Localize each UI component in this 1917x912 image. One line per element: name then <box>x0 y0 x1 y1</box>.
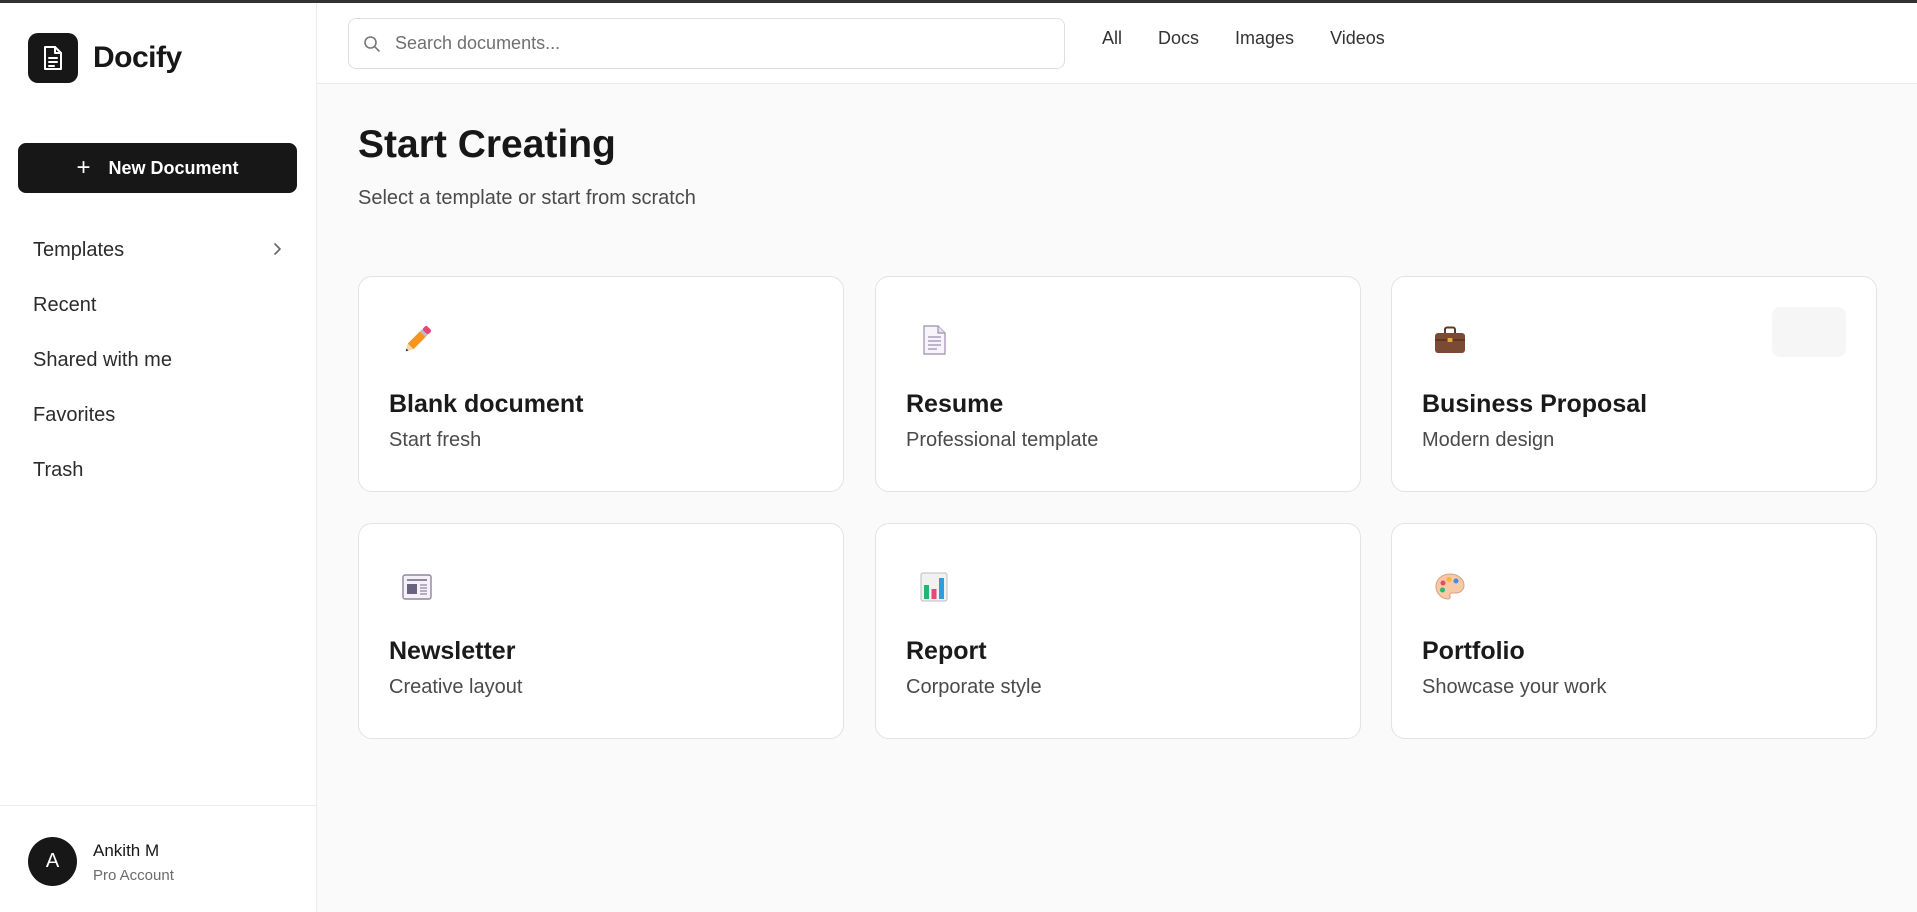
template-card-report[interactable]: Report Corporate style <box>875 523 1361 739</box>
card-description: Modern design <box>1422 429 1555 451</box>
brand[interactable]: Docify <box>28 33 182 83</box>
document-logo-icon <box>28 33 78 83</box>
card-title: Portfolio <box>1422 637 1525 665</box>
card-title: Report <box>906 637 987 665</box>
card-description: Creative layout <box>389 676 523 698</box>
template-card-newsletter[interactable]: Newsletter Creative layout <box>358 523 844 739</box>
card-title: Blank document <box>389 390 584 418</box>
card-description: Start fresh <box>389 429 482 451</box>
sidebar-item-shared[interactable]: Shared with me <box>18 333 297 388</box>
user-plan: Pro Account <box>93 867 174 884</box>
sidebar-item-templates[interactable]: Templates <box>18 223 297 278</box>
card-title: Business Proposal <box>1422 390 1648 418</box>
template-card-resume[interactable]: Resume Professional template <box>875 276 1361 492</box>
search-icon <box>364 35 380 52</box>
document-icon <box>923 325 946 355</box>
user-name: Ankith M <box>93 841 160 860</box>
card-placeholder <box>1772 307 1846 357</box>
chevron-right-icon <box>272 240 282 261</box>
card-description: Professional template <box>906 429 1099 451</box>
new-document-button[interactable]: + New Document <box>18 143 297 193</box>
sidebar-item-label: Favorites <box>33 404 116 426</box>
template-card-blank[interactable]: Blank document Start fresh <box>358 276 844 492</box>
sidebar-item-label: Templates <box>33 239 125 261</box>
sidebar-item-label: Shared with me <box>33 349 172 371</box>
card-title: Newsletter <box>389 637 516 665</box>
filter-tab-images[interactable]: Images <box>1235 28 1294 49</box>
filter-tabs: All Docs Images Videos <box>1102 28 1385 49</box>
sidebar-item-label: Trash <box>33 459 84 481</box>
briefcase-icon <box>1435 326 1465 353</box>
page-title: Start Creating <box>358 123 616 166</box>
sidebar-item-trash[interactable]: Trash <box>18 443 297 498</box>
filter-tab-docs[interactable]: Docs <box>1158 28 1199 49</box>
sidebar-item-label: Recent <box>33 294 97 316</box>
page-subtitle: Select a template or start from scratch <box>358 187 696 209</box>
avatar: A <box>28 837 77 886</box>
card-description: Showcase your work <box>1422 676 1607 698</box>
filter-tab-all[interactable]: All <box>1102 28 1122 49</box>
template-card-portfolio[interactable]: Portfolio Showcase your work <box>1391 523 1877 739</box>
card-title: Resume <box>906 390 1004 418</box>
sidebar-nav: Templates Recent Shared with me Favorite… <box>18 223 297 498</box>
template-card-business-proposal[interactable]: Business Proposal Modern design <box>1391 276 1877 492</box>
palette-icon <box>1435 573 1465 600</box>
sidebar-item-recent[interactable]: Recent <box>18 278 297 333</box>
filter-tab-videos[interactable]: Videos <box>1330 28 1385 49</box>
search-box <box>348 18 1065 69</box>
app-name: Docify <box>93 41 182 74</box>
sidebar-item-favorites[interactable]: Favorites <box>18 388 297 443</box>
search-input[interactable] <box>393 32 1037 55</box>
sidebar: Docify + New Document Templates Recent S… <box>0 3 317 912</box>
user-profile[interactable]: A Ankith M Pro Account <box>0 805 316 912</box>
card-description: Corporate style <box>906 676 1042 698</box>
pencil-icon <box>405 325 432 352</box>
plus-icon: + <box>76 154 91 181</box>
top-bar: All Docs Images Videos <box>317 3 1917 84</box>
newspaper-icon <box>402 574 432 600</box>
bar-chart-icon <box>920 572 948 602</box>
new-document-label: New Document <box>108 157 239 178</box>
